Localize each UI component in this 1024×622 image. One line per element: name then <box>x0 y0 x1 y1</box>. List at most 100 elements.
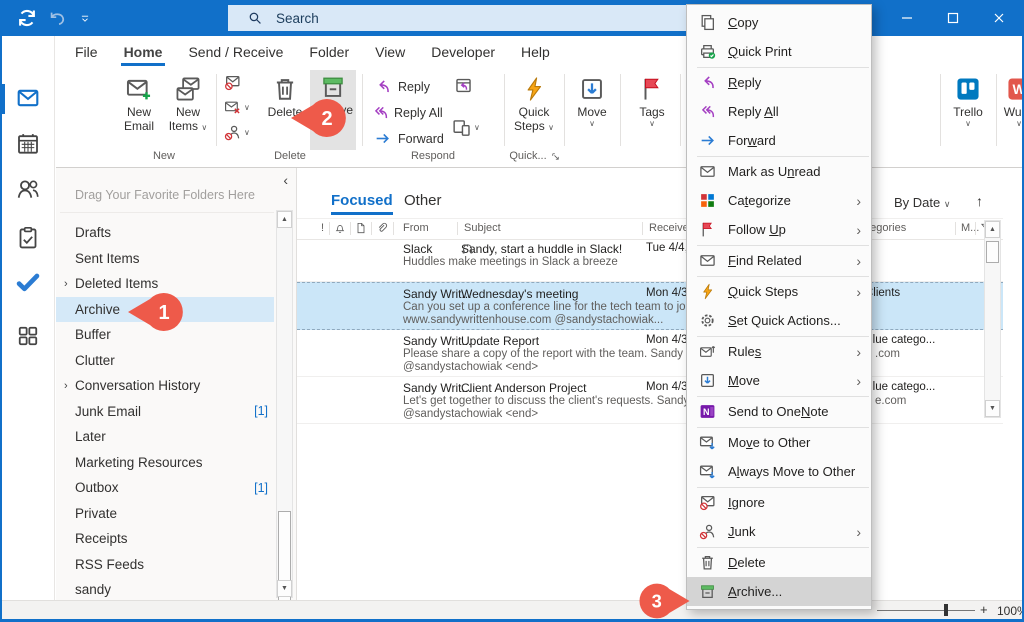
folder-item-sandy[interactable]: sandy <box>56 577 274 600</box>
email-row[interactable]: Sandy Writ...Wednesday's meetingMon 4/3C… <box>297 282 1003 330</box>
email-preview-tail: e.com <box>875 395 906 407</box>
attachment-icon[interactable] <box>376 222 388 234</box>
tab-other[interactable]: Other <box>404 192 442 209</box>
menu-item-forward[interactable]: Forward <box>687 126 871 155</box>
folder-item-drafts[interactable]: Drafts <box>56 220 274 246</box>
folder-item-junk-email[interactable]: Junk Email[1] <box>56 399 274 425</box>
menu-item-quick-print[interactable]: Quick Print <box>687 37 871 66</box>
ribbon-tab-view[interactable]: View <box>362 36 418 68</box>
email-row[interactable]: SlackSandy, start a huddle in Slack!Tue … <box>297 238 1003 282</box>
ribbon-tab-file[interactable]: File <box>62 36 111 68</box>
reminder-bell-icon[interactable] <box>334 222 346 234</box>
zoom-level[interactable]: 100% <box>997 604 1024 618</box>
menu-item-delete[interactable]: Delete <box>687 548 871 577</box>
folder-item-private[interactable]: Private <box>56 501 274 527</box>
menu-item-categorize[interactable]: Categorize› <box>687 186 871 215</box>
new-email-button[interactable]: New Email <box>116 72 162 150</box>
sort-by-date-dropdown[interactable]: By Date ∨ <box>894 195 950 210</box>
ribbon-tab-send-receive[interactable]: Send / Receive <box>175 36 296 68</box>
email-row[interactable]: Sandy Writ...Client Anderson ProjectMon … <box>297 377 1003 424</box>
trello-button[interactable]: Trello ∨ <box>944 72 992 150</box>
junk-button[interactable]: ∨ <box>224 124 250 141</box>
reply-button[interactable]: Reply <box>374 78 430 95</box>
column-header-row[interactable]: ! From Subject Received Categories M... <box>297 218 1003 240</box>
move-button[interactable]: Move ∨ <box>568 72 616 150</box>
tags-button[interactable]: Tags ∨ <box>628 72 676 150</box>
folder-item-conversation-history[interactable]: ›Conversation History <box>56 373 274 399</box>
tasks-module-icon[interactable] <box>16 226 40 250</box>
folder-item-later[interactable]: Later <box>56 424 274 450</box>
menu-item-junk[interactable]: Junk› <box>687 517 871 546</box>
menu-item-find-related[interactable]: Find Related› <box>687 246 871 275</box>
zoom-in-button[interactable]: + <box>980 602 988 617</box>
from-column[interactable]: From <box>403 222 429 234</box>
menu-item-set-quick-actions[interactable]: Set Quick Actions... <box>687 306 871 335</box>
clean-up-button[interactable]: ∨ <box>224 99 250 116</box>
scroll-up-button[interactable]: ▲ <box>277 211 292 228</box>
mention-column[interactable]: M... <box>961 222 979 234</box>
ribbon-tab-home[interactable]: Home <box>111 36 176 68</box>
people-module-icon[interactable] <box>16 177 40 201</box>
menu-item-reply[interactable]: Reply <box>687 68 871 97</box>
new-items-button[interactable]: New Items ∨ <box>164 72 212 150</box>
folder-pane-scrollbar[interactable]: ▲ ▼ <box>276 210 293 598</box>
ignore-button[interactable] <box>224 74 241 91</box>
todo-module-icon[interactable] <box>16 271 40 293</box>
mail-module-icon[interactable] <box>16 86 40 110</box>
message-list-scrollbar[interactable]: ▲ ▼ <box>984 220 1001 418</box>
apps-grid-icon[interactable] <box>16 324 40 348</box>
scrollbar-thumb[interactable] <box>986 241 999 263</box>
more-respond-actions-button[interactable]: ∨ <box>452 118 480 137</box>
folder-item-receipts[interactable]: Receipts <box>56 526 274 552</box>
customize-quick-access-chevron-icon[interactable] <box>80 14 90 24</box>
menu-item-move[interactable]: Move› <box>687 366 871 395</box>
menu-item-copy[interactable]: Copy <box>687 8 871 37</box>
zoom-slider-thumb[interactable] <box>944 604 948 616</box>
send-receive-sync-icon[interactable] <box>16 7 38 29</box>
menu-item-archive[interactable]: Archive... <box>687 577 871 606</box>
subject-column[interactable]: Subject <box>464 222 501 234</box>
menu-item-send-to-onenote[interactable]: NSend to OneNote <box>687 397 871 426</box>
item-type-icon[interactable] <box>355 222 367 234</box>
menu-item-follow-up[interactable]: Follow Up› <box>687 215 871 244</box>
expand-chevron-icon[interactable]: › <box>64 380 68 392</box>
chevron-down-icon: ∨ <box>201 123 207 132</box>
meeting-button[interactable] <box>454 76 473 95</box>
scroll-down-button[interactable]: ▼ <box>277 580 292 597</box>
forward-button[interactable]: Forward <box>374 130 444 147</box>
sort-ascending-icon[interactable]: ↑ <box>976 193 983 209</box>
folder-item-sent-items[interactable]: Sent Items <box>56 246 274 272</box>
scroll-up-button[interactable]: ▲ <box>985 221 1000 238</box>
close-button[interactable] <box>976 0 1022 36</box>
reply-all-button[interactable]: Reply All <box>372 104 443 121</box>
email-row[interactable]: Sandy Writ...Update ReportMon 4/3Blue ca… <box>297 330 1003 377</box>
folder-item-outbox[interactable]: Outbox[1] <box>56 475 274 501</box>
importance-column[interactable]: ! <box>321 222 324 234</box>
menu-item-quick-steps[interactable]: Quick Steps› <box>687 277 871 306</box>
menu-item-mark-as-unread[interactable]: Mark as Unread <box>687 157 871 186</box>
tab-focused[interactable]: Focused <box>331 192 393 215</box>
maximize-button[interactable] <box>930 0 976 36</box>
menu-item-rules[interactable]: Rules› <box>687 337 871 366</box>
ribbon-tab-folder[interactable]: Folder <box>296 36 362 68</box>
scroll-down-button[interactable]: ▼ <box>985 400 1000 417</box>
search-input[interactable]: Search <box>228 5 690 31</box>
wunderlist-button[interactable]: W Wunc ∨ <box>998 72 1024 150</box>
minimize-button[interactable] <box>884 0 930 36</box>
folder-item-clutter[interactable]: Clutter <box>56 348 274 374</box>
menu-item-ignore[interactable]: Ignore <box>687 488 871 517</box>
collapse-folder-pane-icon[interactable]: ‹ <box>283 172 288 188</box>
folder-item-rss-feeds[interactable]: RSS Feeds <box>56 552 274 578</box>
folder-item-marketing-resources[interactable]: Marketing Resources <box>56 450 274 476</box>
menu-item-move-to-other[interactable]: Move to Other <box>687 428 871 457</box>
undo-icon[interactable] <box>48 9 66 27</box>
zoom-slider-track[interactable] <box>877 610 975 611</box>
expand-chevron-icon[interactable]: › <box>64 278 68 290</box>
calendar-module-icon[interactable] <box>16 132 40 156</box>
menu-item-always-move-to-other[interactable]: Always Move to Other <box>687 457 871 486</box>
quick-steps-button[interactable]: Quick Steps ∨ <box>508 72 560 150</box>
ribbon-tab-developer[interactable]: Developer <box>418 36 508 68</box>
menu-item-reply-all[interactable]: Reply All <box>687 97 871 126</box>
dialog-launcher-icon[interactable] <box>550 151 561 162</box>
ribbon-tab-help[interactable]: Help <box>508 36 563 68</box>
